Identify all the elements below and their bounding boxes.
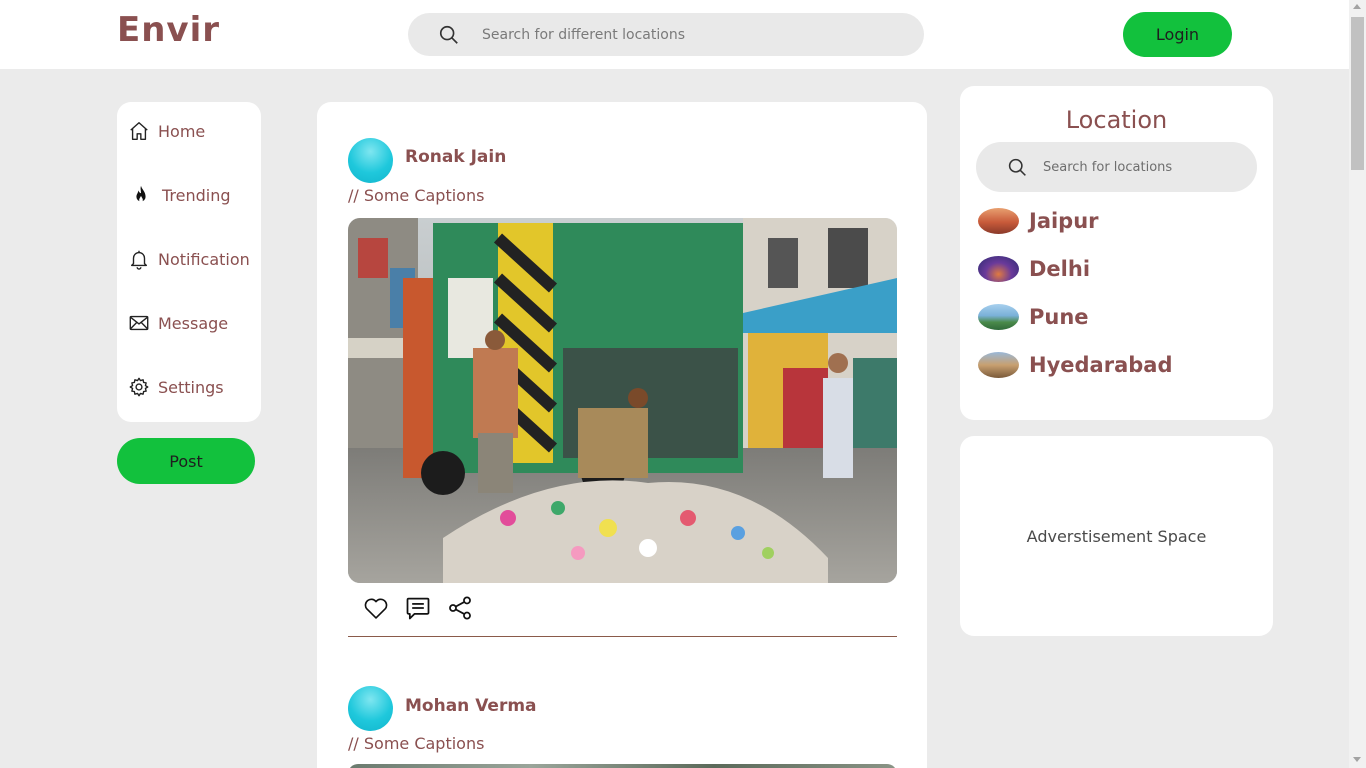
bell-icon [130, 250, 148, 270]
location-item-delhi[interactable]: Delhi [978, 254, 1090, 284]
location-item-hyedarabad[interactable]: Hyedarabad [978, 350, 1172, 380]
envelope-icon [129, 315, 149, 331]
location-item-pune[interactable]: Pune [978, 302, 1089, 332]
location-name: Jaipur [1029, 209, 1099, 233]
sidebar-item-label: Notification [158, 249, 250, 269]
gear-icon [129, 377, 149, 397]
search-icon [439, 25, 458, 44]
location-search[interactable] [976, 142, 1257, 192]
sidebar-item-label: Home [158, 121, 206, 141]
sidebar-item-label: Message [158, 313, 229, 333]
sidebar-item-label: Trending [162, 185, 231, 205]
location-thumbnail [978, 208, 1019, 234]
sidebar-item-trending[interactable]: Trending [128, 180, 231, 210]
sidebar-item-notification[interactable]: Notification [128, 244, 250, 274]
scrollbar-thumb[interactable] [1351, 17, 1364, 170]
search-input[interactable] [482, 13, 902, 56]
page-scrollbar[interactable] [1349, 0, 1366, 768]
location-item-jaipur[interactable]: Jaipur [978, 206, 1099, 236]
post-caption: // Some Captions [348, 734, 485, 753]
post-author[interactable]: Mohan Verma [405, 696, 537, 716]
location-thumbnail [978, 352, 1019, 378]
post-author[interactable]: Ronak Jain [405, 147, 506, 167]
avatar[interactable] [348, 138, 393, 183]
brand-logo[interactable]: Envir [117, 10, 220, 50]
sidebar-item-home[interactable]: Home [128, 116, 205, 146]
post-divider [348, 636, 897, 637]
flame-icon [136, 185, 146, 202]
scroll-up-arrow[interactable] [1353, 4, 1361, 9]
sidebar-nav: Home Trending Notification Message Setti… [117, 102, 261, 422]
location-title: Location [1065, 106, 1168, 134]
location-search-bar[interactable] [408, 13, 924, 56]
avatar[interactable] [348, 686, 393, 731]
post-button[interactable]: Post [117, 438, 255, 484]
feed-panel: Ronak Jain // Some Captions Mohan Verma … [317, 102, 927, 768]
comment-icon[interactable] [404, 594, 432, 622]
home-icon [130, 122, 148, 140]
post-image[interactable] [348, 764, 897, 768]
location-name: Hyedarabad [1029, 353, 1173, 377]
login-button[interactable]: Login [1123, 12, 1232, 57]
heart-icon[interactable] [362, 594, 390, 622]
location-search-input[interactable] [1043, 142, 1243, 192]
sidebar-item-settings[interactable]: Settings [128, 372, 224, 402]
advertisement-label: Adverstisement Space [1026, 526, 1207, 546]
post-image[interactable] [348, 218, 897, 583]
scroll-down-arrow[interactable] [1353, 757, 1361, 762]
sidebar-item-message[interactable]: Message [128, 308, 228, 338]
top-bar: Envir Login [0, 0, 1349, 69]
advertisement-space[interactable]: Adverstisement Space [960, 436, 1273, 636]
share-icon[interactable] [446, 594, 474, 622]
sidebar-item-label: Settings [158, 377, 224, 397]
location-name: Delhi [1029, 257, 1091, 281]
post-caption: // Some Captions [348, 186, 485, 205]
location-panel: Location Jaipur Delhi Pune Hyedarabad [960, 86, 1273, 420]
location-name: Pune [1029, 305, 1089, 329]
location-thumbnail [978, 256, 1019, 282]
search-icon [1008, 158, 1026, 176]
location-thumbnail [978, 304, 1019, 330]
